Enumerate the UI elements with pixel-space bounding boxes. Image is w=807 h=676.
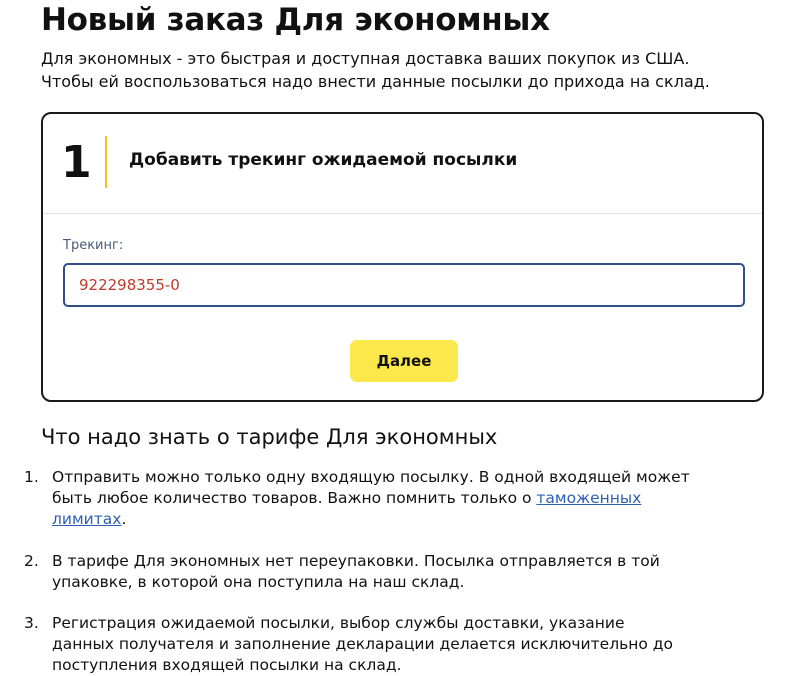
intro-line: Для экономных - это быстрая и доступная … xyxy=(41,49,690,68)
list-item-number: 3. xyxy=(24,614,39,632)
step-card: 1 Добавить трекинг ожидаемой посылки Тре… xyxy=(41,112,764,402)
list-item-line: В тарифе Для экономных нет переупаковки.… xyxy=(52,552,660,570)
step-title: Добавить трекинг ожидаемой посылки xyxy=(129,150,518,170)
list-item-line: Отправить можно только одну входящую пос… xyxy=(52,468,690,486)
list-item-line: лимитах. xyxy=(52,509,752,530)
list-item-text: Регистрация ожидаемой посылки, выбор слу… xyxy=(52,613,752,676)
card-divider xyxy=(43,213,762,214)
info-heading: Что надо знать о тарифе Для экономных xyxy=(41,425,498,449)
customs-limits-link[interactable]: лимитах xyxy=(52,510,121,528)
list-item-line-text: быть любое количество товаров. Важно пом… xyxy=(52,489,537,507)
list-item-number: 2. xyxy=(24,552,39,570)
step-number: 1 xyxy=(61,137,92,188)
list-item-line: поступления входящей посылки на склад. xyxy=(52,656,402,674)
tracking-label: Трекинг: xyxy=(63,238,124,253)
list-item-line: данных получателя и заполнение деклараци… xyxy=(52,635,673,653)
intro-line: Чтобы ей воспользоваться надо внести дан… xyxy=(41,72,710,91)
next-button[interactable]: Далее xyxy=(350,340,458,382)
page-title: Новый заказ Для экономных xyxy=(41,2,550,38)
list-item-line: упаковке, в которой она поступила на наш… xyxy=(52,573,465,591)
intro-text: Для экономных - это быстрая и доступная … xyxy=(41,47,801,93)
list-item-suffix: . xyxy=(121,510,127,528)
list-item-text: Отправить можно только одну входящую пос… xyxy=(52,467,752,530)
list-item-line: Регистрация ожидаемой посылки, выбор слу… xyxy=(52,614,625,632)
list-item-text: В тарифе Для экономных нет переупаковки.… xyxy=(52,551,752,593)
list-item-line: быть любое количество товаров. Важно пом… xyxy=(52,488,752,509)
step-divider xyxy=(105,136,107,188)
customs-limits-link[interactable]: таможенных xyxy=(536,489,641,507)
tracking-input[interactable] xyxy=(63,263,745,307)
list-item-number: 1. xyxy=(24,468,39,486)
